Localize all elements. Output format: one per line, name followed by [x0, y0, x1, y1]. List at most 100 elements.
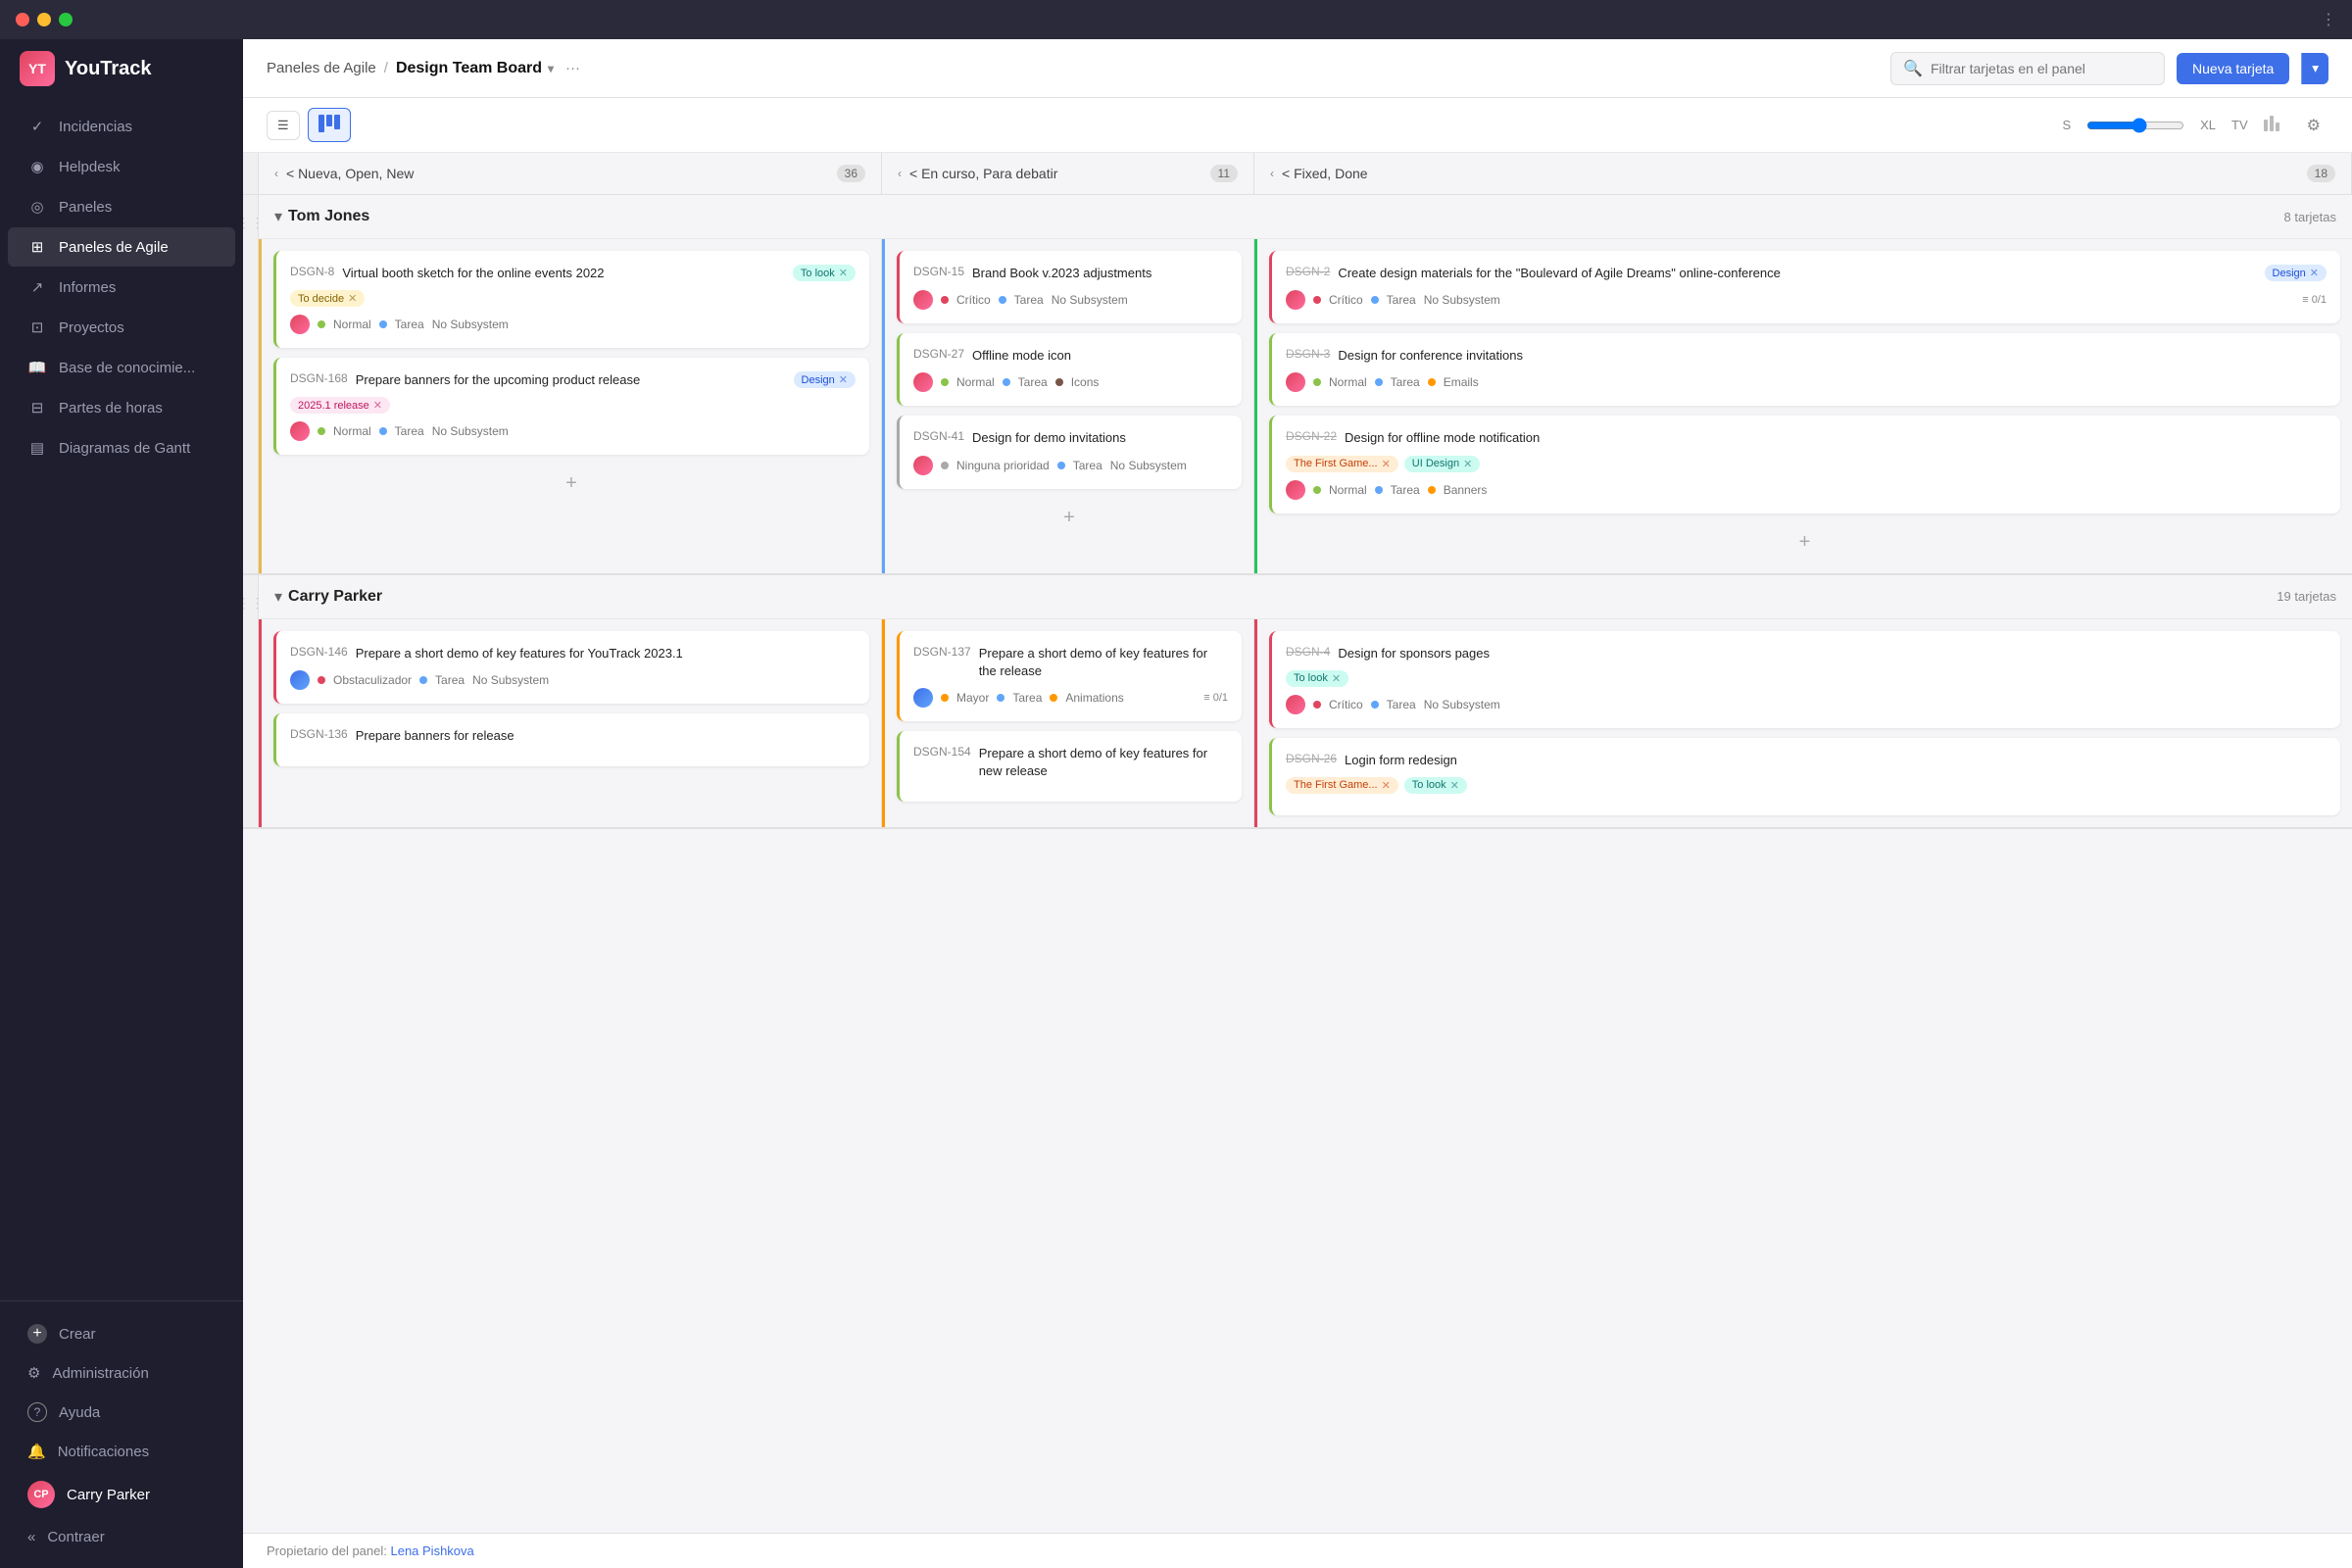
sidebar-item-paneles-agile[interactable]: ⊞ Paneles de Agile — [8, 227, 235, 267]
card-title-dsgn15: Brand Book v.2023 adjustments — [972, 265, 1228, 282]
new-ticket-button[interactable]: Nueva tarjeta — [2177, 53, 2289, 84]
type-dot-dsgn137 — [997, 694, 1004, 702]
card-dsgn136[interactable]: DSGN-136 Prepare banners for release — [273, 713, 869, 766]
col-header-3[interactable]: ‹ < Fixed, Done 18 — [1254, 153, 2352, 194]
tag-firstgame-dsgn22[interactable]: The First Game... ✕ — [1286, 456, 1398, 472]
swimlane-toggle-carry[interactable]: ▾ — [274, 587, 282, 607]
tag-firstgame-dsgn26[interactable]: The First Game... ✕ — [1286, 777, 1398, 794]
card-avatar-dsgn4 — [1286, 695, 1305, 714]
priority-label-dsgn3: Normal — [1329, 375, 1367, 389]
sidebar-label-notif: Notificaciones — [58, 1444, 149, 1460]
card-dsgn27[interactable]: DSGN-27 Offline mode icon Normal Tarea — [897, 333, 1242, 406]
knowledge-icon: 📖 — [27, 358, 47, 377]
add-card-col1-tom[interactable]: + — [273, 465, 869, 503]
card-dsgn8[interactable]: DSGN-8 Virtual booth sketch for the onli… — [273, 251, 869, 348]
card-dsgn4[interactable]: DSGN-4 Design for sponsors pages To look… — [1269, 631, 2340, 728]
sidebar-item-diagramas[interactable]: ▤ Diagramas de Gantt — [8, 428, 235, 467]
footer-owner-link[interactable]: Lena Pishkova — [390, 1544, 473, 1558]
col-header-1[interactable]: ‹ < Nueva, Open, New 36 — [259, 153, 882, 194]
tag-design-dsgn2[interactable]: Design ✕ — [2265, 265, 2327, 281]
sidebar-item-notif[interactable]: 🔔 Notificaciones — [8, 1433, 235, 1470]
sidebar-item-admin[interactable]: ⚙ Administración — [8, 1354, 235, 1392]
subsystem-label-dsgn2: No Subsystem — [1424, 293, 1500, 307]
sidebar-item-proyectos[interactable]: ⊡ Proyectos — [8, 308, 235, 347]
projects-icon: ⊡ — [27, 318, 47, 337]
size-slider[interactable] — [2086, 118, 2184, 133]
card-avatar-dsgn137 — [913, 688, 933, 708]
chrome-minimize-dot[interactable] — [37, 13, 51, 26]
tom-col2: DSGN-15 Brand Book v.2023 adjustments Cr… — [882, 239, 1254, 573]
priority-dot-dsgn8 — [318, 320, 325, 328]
card-dsgn168[interactable]: DSGN-168 Prepare banners for the upcomin… — [273, 358, 869, 455]
tag-tolook-dsgn8[interactable]: To look ✕ — [793, 265, 856, 281]
card-dsgn3[interactable]: DSGN-3 Design for conference invitations… — [1269, 333, 2340, 406]
panels-icon: ◎ — [27, 197, 47, 217]
breadcrumb-more-icon[interactable]: ··· — [565, 60, 580, 76]
sidebar-item-ayuda[interactable]: ? Ayuda — [8, 1393, 235, 1432]
reports-icon: ↗ — [27, 277, 47, 297]
card-dsgn137[interactable]: DSGN-137 Prepare a short demo of key fea… — [897, 631, 1242, 721]
chrome-maximize-dot[interactable] — [59, 13, 73, 26]
sidebar-item-incidencias[interactable]: ✓ Incidencias — [8, 107, 235, 146]
chrome-more-icon[interactable]: ⋮ — [2321, 10, 2336, 29]
card-title-dsgn3: Design for conference invitations — [1338, 347, 2327, 365]
settings-button[interactable]: ⚙ — [2299, 110, 2328, 141]
card-dsgn146[interactable]: DSGN-146 Prepare a short demo of key fea… — [273, 631, 869, 704]
chart-button[interactable] — [2256, 108, 2291, 142]
list-view-button[interactable]: ☰ — [267, 111, 300, 140]
card-title-dsgn2: Create design materials for the "Bouleva… — [1338, 265, 2256, 282]
card-id-dsgn41: DSGN-41 — [913, 429, 964, 443]
swimlane-count-tom: 8 tarjetas — [2284, 210, 2336, 224]
type-dot-dsgn168 — [379, 427, 387, 435]
search-input[interactable] — [1931, 61, 2152, 76]
card-dsgn2[interactable]: DSGN-2 Create design materials for the "… — [1269, 251, 2340, 323]
tag-design-dsgn168[interactable]: Design ✕ — [794, 371, 856, 388]
breadcrumb-parent[interactable]: Paneles de Agile — [267, 60, 376, 76]
card-avatar-dsgn15 — [913, 290, 933, 310]
sidebar-label-paneles: Paneles — [59, 199, 112, 216]
priority-label-dsgn4: Crítico — [1329, 698, 1363, 711]
card-dsgn154[interactable]: DSGN-154 Prepare a short demo of key fea… — [897, 731, 1242, 802]
tag-tolook-dsgn4[interactable]: To look ✕ — [1286, 670, 1348, 687]
tag-tolook-dsgn26[interactable]: To look ✕ — [1404, 777, 1467, 794]
user-avatar: CP — [27, 1481, 55, 1508]
tag-uidesign-dsgn22[interactable]: UI Design ✕ — [1404, 456, 1481, 472]
card-dsgn22[interactable]: DSGN-22 Design for offline mode notifica… — [1269, 416, 2340, 513]
sidebar-item-contraer[interactable]: « Contraer — [8, 1519, 235, 1555]
new-ticket-dropdown-button[interactable]: ▾ — [2301, 53, 2328, 84]
sidebar-item-helpdesk[interactable]: ◉ Helpdesk — [8, 147, 235, 186]
swimlane-count-carry: 19 tarjetas — [2277, 589, 2336, 604]
board-view-button[interactable] — [308, 108, 351, 142]
swimlane-drag-handle[interactable]: ⋮⋮ — [243, 195, 259, 573]
type-label-dsgn41: Tarea — [1073, 459, 1102, 472]
helpdesk-icon: ◉ — [27, 157, 47, 176]
add-card-col2-tom[interactable]: + — [897, 499, 1242, 537]
sidebar-item-informes[interactable]: ↗ Informes — [8, 268, 235, 307]
priority-label-dsgn137: Mayor — [956, 691, 989, 705]
sidebar-user[interactable]: CP Carry Parker — [8, 1471, 235, 1518]
sidebar-item-base[interactable]: 📖 Base de conocimie... — [8, 348, 235, 387]
counter-value-dsgn137: 0/1 — [1213, 692, 1228, 704]
search-box[interactable]: 🔍 — [1890, 52, 2165, 85]
tag-todecide-dsgn8[interactable]: To decide ✕ — [290, 290, 365, 307]
toolbar: ☰ S XL TV ⚙ — [243, 98, 2352, 153]
sidebar-item-partes[interactable]: ⊟ Partes de horas — [8, 388, 235, 427]
breadcrumb: Paneles de Agile / Design Team Board ▾ ·… — [267, 60, 580, 77]
swimlane-toggle-tom[interactable]: ▾ — [274, 207, 282, 226]
card-dsgn41[interactable]: DSGN-41 Design for demo invitations Ning… — [897, 416, 1242, 488]
col-header-2[interactable]: ‹ < En curso, Para debatir 11 — [882, 153, 1254, 194]
sidebar-item-crear[interactable]: + Crear — [8, 1314, 235, 1353]
gantt-icon: ▤ — [27, 438, 47, 458]
subsystem-label-dsgn4: No Subsystem — [1424, 698, 1500, 711]
breadcrumb-current[interactable]: Design Team Board ▾ — [396, 60, 554, 77]
priority-dot-dsgn27 — [941, 378, 949, 386]
chrome-close-dot[interactable] — [16, 13, 29, 26]
priority-label-dsgn22: Normal — [1329, 483, 1367, 497]
card-dsgn26[interactable]: DSGN-26 Login form redesign The First Ga… — [1269, 738, 2340, 815]
swimlane-drag-handle-carry[interactable]: ⋮⋮ — [243, 575, 259, 827]
card-dsgn15[interactable]: DSGN-15 Brand Book v.2023 adjustments Cr… — [897, 251, 1242, 323]
tag-release-dsgn168[interactable]: 2025.1 release ✕ — [290, 397, 390, 414]
priority-dot-dsgn4 — [1313, 701, 1321, 709]
add-card-col3-tom[interactable]: + — [1269, 523, 2340, 562]
sidebar-item-paneles[interactable]: ◎ Paneles — [8, 187, 235, 226]
